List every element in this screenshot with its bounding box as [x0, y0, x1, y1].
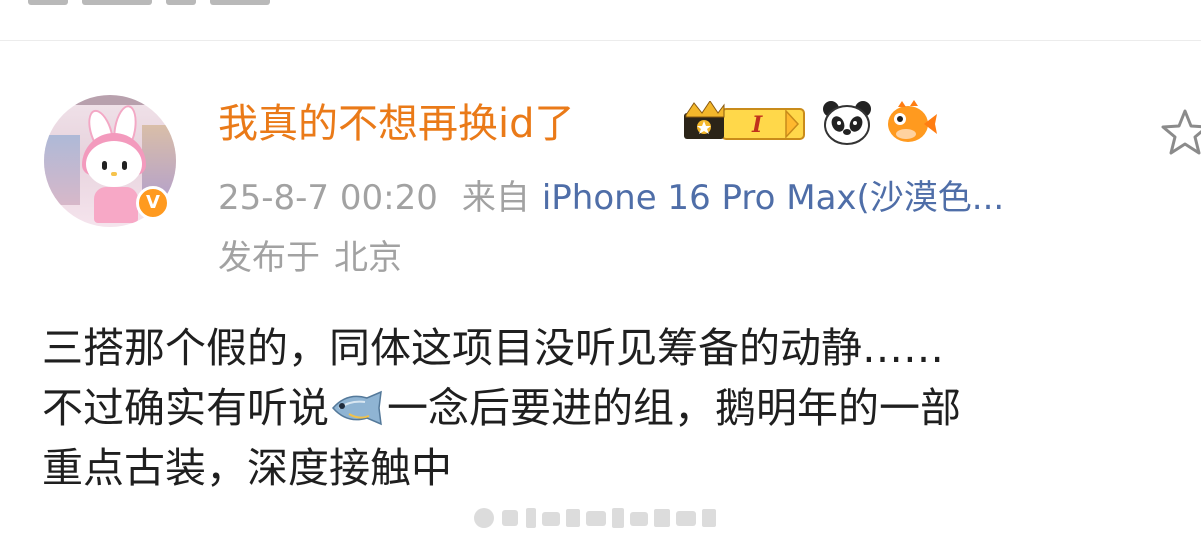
avatar-background — [142, 125, 176, 195]
watermark-logo — [474, 508, 716, 528]
device-link[interactable]: iPhone 16 Pro Max(沙漠色... — [542, 178, 1004, 218]
avatar-background — [44, 135, 80, 205]
star-favorite-icon[interactable] — [1160, 108, 1201, 158]
crown-level-badge-icon[interactable]: I — [682, 101, 810, 145]
avatar-text-blur — [70, 95, 150, 105]
post-location: 发布于 北京 — [218, 236, 402, 280]
level-text: I — [751, 112, 763, 138]
location-label: 发布于 — [218, 238, 320, 278]
post-body: 三搭那个假的，同体这项目没听见筹备的动静…… 不过确实有听说 一念后要进的组，鹅… — [42, 318, 1192, 498]
post-text-line: 三搭那个假的，同体这项目没听见筹备的动静…… — [42, 324, 944, 372]
post-text-segment: 一念后要进的组，鹅明年的一部 — [387, 384, 961, 432]
avatar-nose — [111, 172, 117, 176]
post-text-line: 不过确实有听说 一念后要进的组，鹅明年的一部 — [42, 378, 1192, 438]
post-text-segment: 不过确实有听说 — [42, 384, 329, 432]
username-link[interactable]: 我真的不想再换id了 — [218, 98, 575, 150]
post-timestamp: 25-8-7 00:20 — [218, 178, 438, 218]
location-city: 北京 — [334, 238, 402, 278]
post-text-line: 重点古装，深度接触中 — [42, 444, 452, 492]
cropped-header-text — [28, 0, 328, 6]
panda-emoji-icon — [823, 101, 871, 145]
divider — [0, 40, 1201, 41]
avatar-face — [86, 141, 142, 187]
post-meta: 25-8-7 00:20 来自 iPhone 16 Pro Max(沙漠色... — [218, 176, 1004, 220]
avatar-eye — [102, 161, 107, 170]
avatar-body — [94, 187, 138, 223]
top-strip — [0, 0, 1201, 40]
avatar-eye — [122, 161, 127, 170]
verified-v-icon: V — [136, 186, 170, 220]
source-label: 来自 — [461, 178, 530, 218]
pufferfish-emoji-icon — [888, 100, 937, 142]
fish-emoji-icon — [332, 390, 382, 426]
